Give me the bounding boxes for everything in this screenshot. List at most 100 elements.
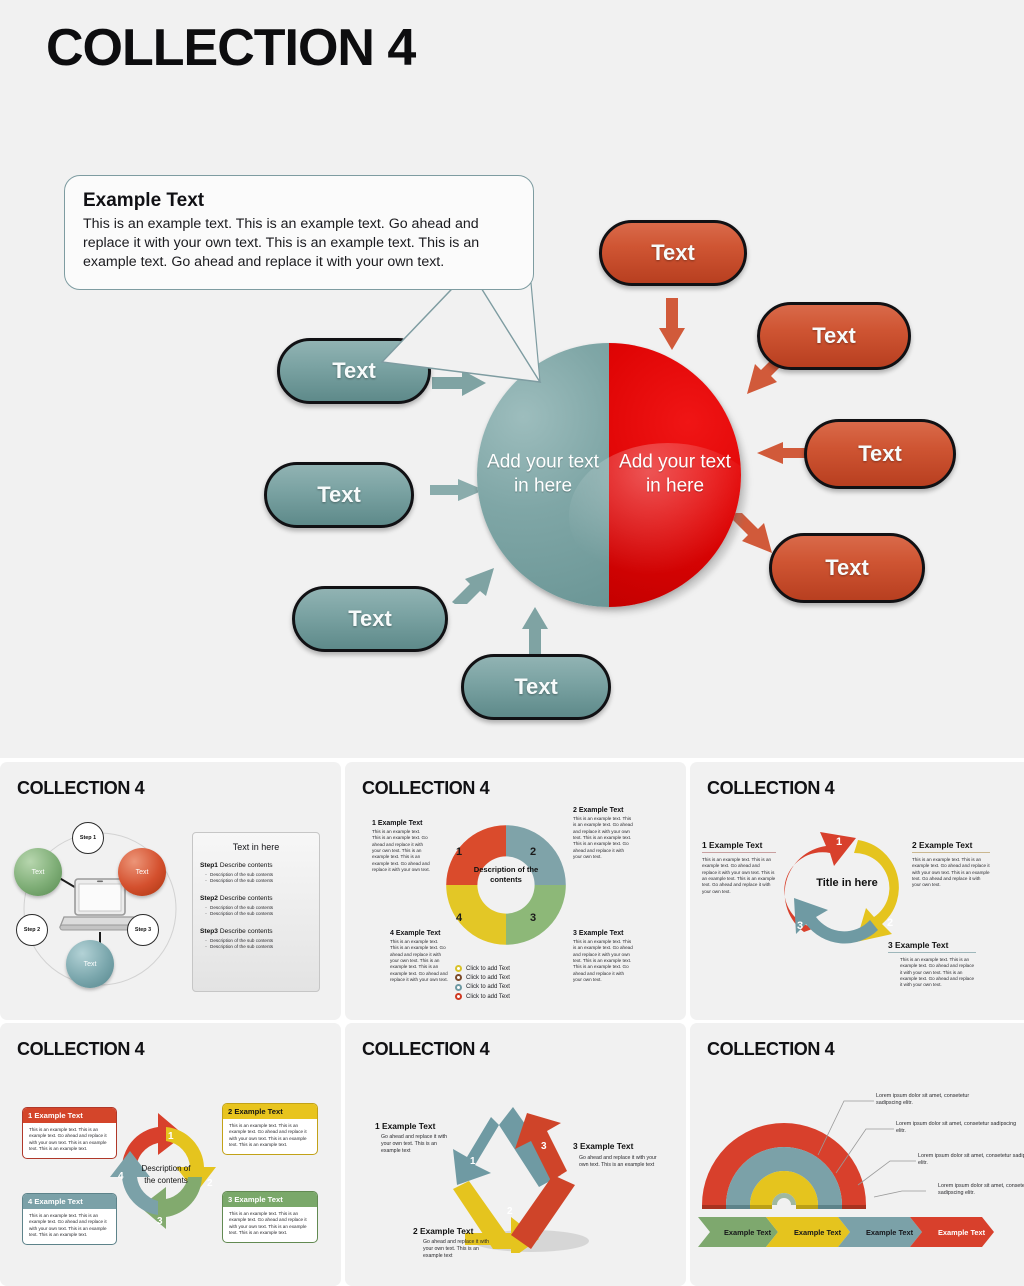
cycle-center-title: Title in here <box>816 877 878 889</box>
page-title: COLLECTION 4 <box>46 19 416 77</box>
thumbnail-card-1[interactable]: COLLECTION 4 Text Text Text Step 1 Step … <box>0 762 341 1020</box>
legend-dot-icon <box>455 965 462 972</box>
sphere-red[interactable]: Text <box>118 848 166 896</box>
card2-block-4: 4 Example Text This is an example text. … <box>390 930 448 983</box>
section-rest: Describe contents <box>219 928 273 936</box>
card2-block-2: 2 Example Text This is an example text. … <box>573 807 633 860</box>
block-body: This is an example text. This is an exam… <box>573 816 633 859</box>
box-body: This is an example text. This is an exam… <box>29 1213 107 1237</box>
card3-block-3: 3 Example Text This is an example text. … <box>888 940 976 989</box>
card3-block-1: 1 Example Text This is an example text. … <box>702 840 776 895</box>
block-body: This is an example text. This is an exam… <box>900 957 975 988</box>
cycle-number-4: 4 <box>118 1171 124 1182</box>
legend-dot-icon <box>455 993 462 1001</box>
red-text-button-1[interactable]: Text <box>599 220 747 286</box>
red-button-label: Text <box>812 323 856 348</box>
teal-button-label: Text <box>317 482 361 507</box>
teal-button-label: Text <box>514 674 558 699</box>
red-text-button-4[interactable]: Text <box>769 533 925 603</box>
thumbnail-card-4[interactable]: COLLECTION 4 1 2 3 4 Description of the … <box>0 1023 341 1286</box>
block-heading: 3 Example Text <box>573 1141 634 1151</box>
card-title: COLLECTION 4 <box>707 1039 835 1059</box>
bullet: Description of the sub contents <box>210 877 274 883</box>
section-bold: Step3 <box>200 928 218 936</box>
step-node-label: Step 3 <box>134 927 152 933</box>
section-rest: Describe contents <box>219 862 273 869</box>
chevron-label-1: Example Text <box>724 1227 772 1237</box>
thumbnail-card-2[interactable]: COLLECTION 4 Description of the contents… <box>345 762 686 1020</box>
donut-number-2: 2 <box>530 846 537 858</box>
block-heading: 2 Example Text <box>413 1226 474 1236</box>
block-body: Go ahead and replace it with your own te… <box>423 1239 490 1260</box>
legend-item[interactable]: Click to add Text <box>455 965 510 972</box>
callout-body: This is an example text. This is an exam… <box>83 216 480 271</box>
donut-chart-icon[interactable] <box>441 820 571 950</box>
teal-text-button-3[interactable]: Text <box>292 586 448 652</box>
card4-box-4[interactable]: 4 Example Text This is an example text. … <box>22 1193 117 1246</box>
panel-title: Text in here <box>232 842 280 852</box>
thumbnail-card-6[interactable]: COLLECTION 4 Lorem ipsum dolor sit amet,… <box>690 1023 1024 1286</box>
chevron-label-3: Example Text <box>866 1227 914 1237</box>
panel-section-3: Step3 Describe contents Description of t… <box>200 928 312 950</box>
card5-block-1: 1 Example Text Go ahead and replace it w… <box>375 1121 449 1156</box>
hero-slide: COLLECTION 4 Example Text This is an exa… <box>0 0 1024 758</box>
card2-block-3: 3 Example Text This is an example text. … <box>573 930 633 983</box>
block-body: This is an example text. This is an exam… <box>912 857 990 888</box>
card4-box-1[interactable]: 1 Example Text This is an example text. … <box>22 1107 117 1160</box>
cycle-number-1: 1 <box>168 1131 174 1142</box>
section-rest: Describe contents <box>219 895 273 903</box>
card-title: COLLECTION 4 <box>707 778 835 798</box>
red-text-button-3[interactable]: Text <box>804 419 956 489</box>
steps-panel: Text in here Step1 Describe contents Des… <box>192 832 320 992</box>
box-heading: 4 Example Text <box>23 1194 116 1209</box>
box-heading: 3 Example Text <box>223 1192 317 1207</box>
card2-legend: Click to add Text Click to add Text Clic… <box>455 965 510 1003</box>
sphere-label: Text <box>31 868 45 876</box>
recycle-number-2: 2 <box>507 1206 513 1217</box>
block-heading: 1 Example Text <box>375 1121 436 1131</box>
teal-text-button-4[interactable]: Text <box>461 654 611 720</box>
cycle-number-3: 3 <box>797 920 804 932</box>
box-body: This is an example text. This is an exam… <box>229 1123 307 1147</box>
box-heading: 1 Example Text <box>23 1108 116 1123</box>
card5-block-3: 3 Example Text Go ahead and replace it w… <box>573 1141 657 1169</box>
recycle-number-1: 1 <box>470 1156 476 1167</box>
step-node-3[interactable]: Step 3 <box>127 914 159 946</box>
card4-box-3[interactable]: 3 Example Text This is an example text. … <box>222 1191 318 1244</box>
box-heading: 2 Example Text <box>223 1104 317 1119</box>
box-body: This is an example text. This is an exam… <box>229 1211 307 1235</box>
cycle-number-2: 2 <box>887 917 894 929</box>
teal-button-label: Text <box>348 606 392 631</box>
chevron-label-4: Example Text <box>938 1227 986 1237</box>
legend-item[interactable]: Click to add Text <box>455 993 510 1001</box>
red-text-button-2[interactable]: Text <box>757 302 911 370</box>
teal-button-label: Text <box>332 358 376 383</box>
donut-number-1: 1 <box>456 846 463 858</box>
recycle-number-3: 3 <box>541 1141 547 1152</box>
legend-label: Click to add Text <box>466 974 510 981</box>
rainbow-note-2: Lorem ipsum dolor sit amet, consetetur s… <box>896 1121 1017 1135</box>
card-title: COLLECTION 4 <box>362 778 490 798</box>
section-bold: Step1 <box>200 862 218 869</box>
thumbnail-card-5[interactable]: COLLECTION 4 1 2 3 1 Example Text Go ahe… <box>345 1023 686 1286</box>
legend-label: Click to add Text <box>466 993 510 1000</box>
block-heading: 3 Example Text <box>573 930 624 937</box>
card4-box-2[interactable]: 2 Example Text This is an example text. … <box>222 1103 318 1156</box>
block-heading: 4 Example Text <box>390 930 441 937</box>
rainbow-note-4: Lorem ipsum dolor sit amet, consetetur s… <box>938 1183 1024 1197</box>
sphere-teal[interactable]: Text <box>66 940 114 988</box>
legend-item[interactable]: Click to add Text <box>455 974 510 982</box>
sphere-green[interactable]: Text <box>14 848 62 896</box>
section-bold: Step2 <box>200 895 218 903</box>
block-heading: 1 Example Text <box>702 840 776 853</box>
callout-title: Example Text <box>83 190 205 211</box>
card3-block-2: 2 Example Text This is an example text. … <box>912 840 990 889</box>
card-title: COLLECTION 4 <box>362 1039 490 1059</box>
step-node-2[interactable]: Step 2 <box>16 914 48 946</box>
step-node-1[interactable]: Step 1 <box>72 822 104 854</box>
legend-item[interactable]: Click to add Text <box>455 983 510 991</box>
teal-text-button-2[interactable]: Text <box>264 462 414 528</box>
block-body: This is an example text. This is an exam… <box>372 829 430 872</box>
thumbnail-card-3[interactable]: COLLECTION 4 1 2 3 Title in here 1 Examp… <box>690 762 1024 1020</box>
cycle-center-label: Description of the contents <box>141 1164 191 1185</box>
